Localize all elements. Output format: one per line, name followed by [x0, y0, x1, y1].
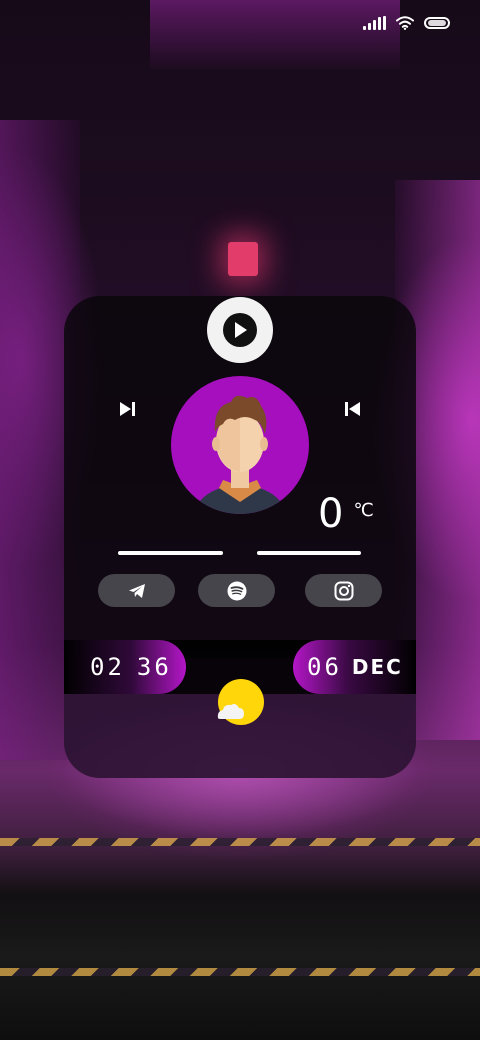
skip-next-icon: [120, 402, 135, 416]
sun-cloud-icon: [217, 679, 264, 725]
skip-next-button[interactable]: [116, 398, 140, 420]
temperature-display: 0 ℃: [318, 490, 374, 538]
instagram-icon: [334, 581, 353, 600]
progress-bar-right[interactable]: [257, 551, 361, 555]
play-button[interactable]: [207, 297, 273, 363]
signal-icon: [363, 16, 386, 30]
temperature-value: 0: [318, 491, 344, 537]
avatar-man-icon: [193, 395, 287, 514]
telegram-button[interactable]: [98, 574, 175, 607]
time-pill: 02 36: [64, 640, 186, 694]
date-pill: 06 DEC: [293, 640, 416, 694]
battery-icon: [424, 17, 450, 29]
skip-previous-icon: [345, 402, 360, 416]
skip-previous-button[interactable]: [340, 398, 364, 420]
progress-bar-left[interactable]: [118, 551, 223, 555]
play-icon: [223, 313, 257, 347]
spotify-icon: [227, 581, 246, 600]
date-day: 06: [307, 653, 342, 681]
instagram-button[interactable]: [305, 574, 382, 607]
spotify-button[interactable]: [198, 574, 275, 607]
temperature-unit: ℃: [353, 500, 374, 521]
weather-button[interactable]: [215, 678, 265, 728]
telegram-icon: [128, 583, 145, 598]
clock-minutes: 36: [136, 653, 172, 681]
clock-hours: 02: [90, 653, 125, 681]
clock-time: 02 36: [90, 653, 172, 681]
status-bar: [363, 16, 450, 30]
date-month: DEC: [351, 655, 403, 679]
wifi-icon: [396, 16, 414, 30]
avatar[interactable]: [171, 376, 309, 514]
